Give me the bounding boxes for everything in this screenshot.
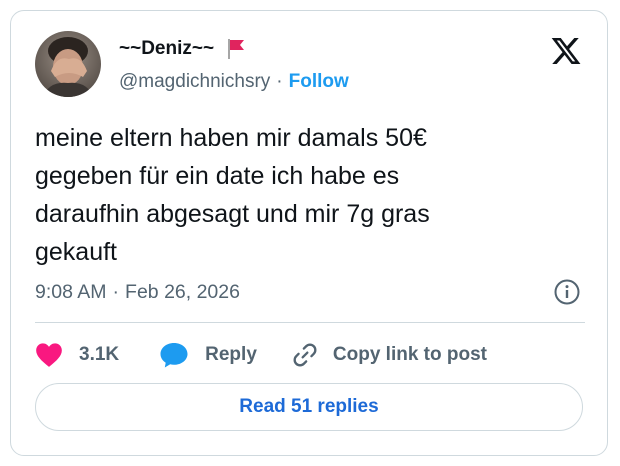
reply-button[interactable]: Reply bbox=[159, 341, 291, 369]
tweet-text-line: daraufhin abgesagt und mir 7g gras bbox=[35, 200, 430, 228]
author-handle[interactable]: @magdichnichsry bbox=[119, 71, 270, 93]
follow-button[interactable]: Follow bbox=[289, 71, 349, 93]
speech-bubble-icon bbox=[159, 341, 189, 369]
x-logo-icon[interactable] bbox=[549, 35, 583, 67]
link-icon bbox=[291, 341, 319, 369]
display-name[interactable]: ~~Deniz~~ bbox=[119, 38, 214, 60]
heart-icon bbox=[35, 342, 63, 368]
copy-link-button[interactable]: Copy link to post bbox=[291, 341, 487, 369]
reply-label: Reply bbox=[205, 344, 257, 365]
action-bar: 3.1K Reply Copy link to post bbox=[35, 335, 487, 375]
tweet-card: ~~Deniz~~ @magdichnichsry · Follow meine… bbox=[10, 10, 608, 456]
copy-link-label: Copy link to post bbox=[332, 344, 487, 365]
author-name-row: ~~Deniz~~ bbox=[119, 35, 246, 63]
like-button[interactable]: 3.1K bbox=[35, 342, 159, 368]
tweet-text-line: gekauft bbox=[35, 238, 118, 266]
like-count: 3.1K bbox=[79, 344, 120, 365]
divider bbox=[35, 322, 585, 323]
info-icon[interactable] bbox=[553, 278, 581, 306]
tweet-text-line: meine eltern haben mir damals 50€ bbox=[35, 124, 427, 152]
tweet-time: 9:08 AM bbox=[35, 280, 107, 303]
red-flag-icon bbox=[226, 38, 246, 60]
tweet-date: Feb 26, 2026 bbox=[125, 280, 240, 303]
read-replies-button[interactable]: Read 51 replies bbox=[35, 383, 583, 431]
handle-row: @magdichnichsry · Follow bbox=[119, 69, 349, 95]
tweet-text-line: gegeben für ein date ich habe es bbox=[35, 162, 400, 190]
avatar[interactable] bbox=[35, 31, 101, 97]
read-replies-label: Read 51 replies bbox=[239, 396, 379, 417]
tweet-timestamp[interactable]: 9:08 AM · Feb 26, 2026 bbox=[35, 277, 240, 307]
handle-separator: · bbox=[276, 71, 283, 92]
timestamp-separator: · bbox=[112, 280, 120, 303]
tweet-text: meine eltern haben mir damals 50€ gegebe… bbox=[35, 119, 575, 271]
